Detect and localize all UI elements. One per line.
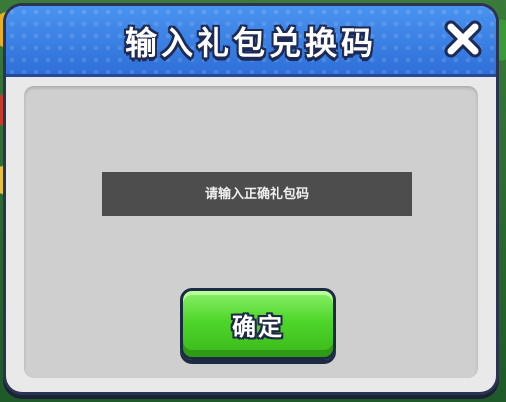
confirm-button[interactable]: 确定 — [180, 288, 336, 360]
content-panel: 确定 — [24, 86, 478, 378]
dialog-header: 输入礼包兑换码 — [6, 6, 496, 77]
gift-code-dialog: 输入礼包兑换码 确定 — [6, 6, 496, 392]
close-button[interactable] — [440, 16, 486, 62]
confirm-button-label: 确定 — [232, 312, 284, 341]
gift-code-input[interactable] — [102, 172, 412, 216]
close-x-icon — [444, 20, 482, 58]
dialog-title: 输入礼包兑换码 — [124, 24, 377, 62]
